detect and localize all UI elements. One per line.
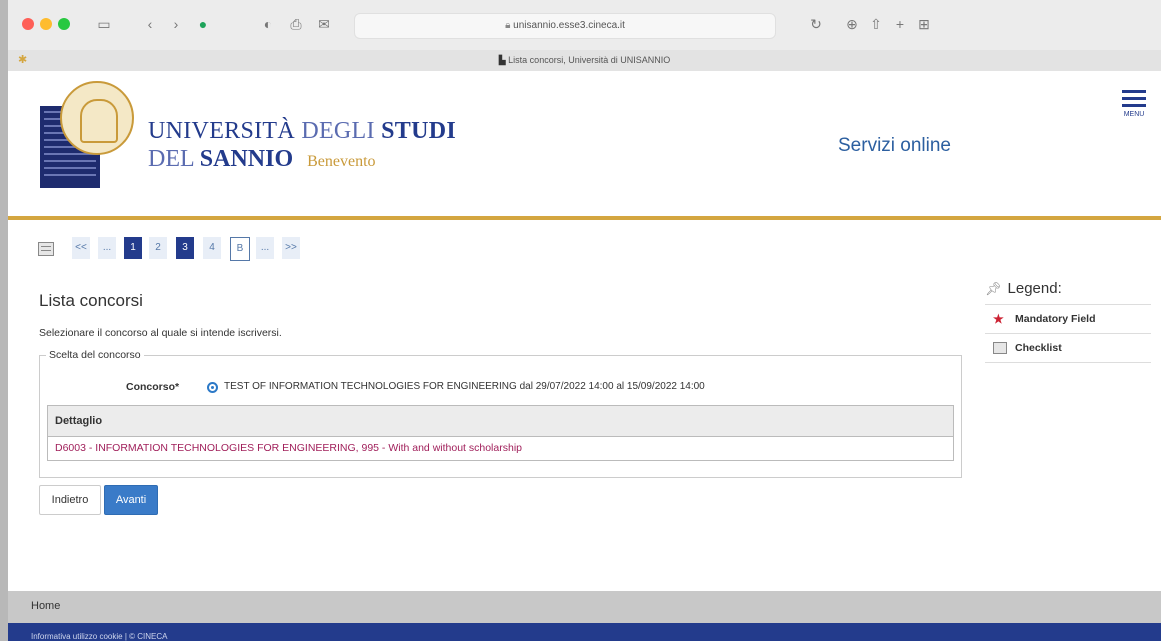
share-icon[interactable]: ⇧ bbox=[868, 13, 884, 35]
uni-word: SANNIO bbox=[199, 146, 294, 172]
tab-overview-icon[interactable]: ⊞ bbox=[916, 13, 932, 35]
favicon-icon: ▙ bbox=[498, 55, 509, 65]
legend-mandatory: ★ Mandatory Field bbox=[985, 305, 1151, 334]
url-text: unisannio.esse3.cineca.it bbox=[513, 20, 625, 31]
menu-label: MENU bbox=[1123, 111, 1145, 118]
new-tab-icon[interactable]: + bbox=[892, 13, 908, 35]
tab-bar: ✱ ▙ Lista concorsi, Università di UNISAN… bbox=[8, 50, 1161, 72]
lock-icon: 🔒︎ bbox=[505, 20, 514, 31]
pager-last[interactable]: >> bbox=[282, 237, 300, 259]
browser-window: ▭ ‹ › ● ◐ ⎙ ✉ 🔒︎ unisannio.esse3.cineca.… bbox=[8, 0, 1161, 641]
browser-toolbar: ▭ ‹ › ● ◐ ⎙ ✉ 🔒︎ unisannio.esse3.cineca.… bbox=[8, 0, 1161, 50]
uni-word: UNIVERSITÀ bbox=[148, 118, 295, 144]
fieldset-legend: Scelta del concorso bbox=[46, 349, 144, 361]
pager-step-current[interactable]: B bbox=[230, 237, 250, 261]
minimize-window-button[interactable] bbox=[40, 18, 52, 30]
detail-table: Dettaglio D6003 - INFORMATION TECHNOLOGI… bbox=[47, 405, 954, 461]
header-divider bbox=[8, 216, 1161, 220]
legend-checklist: Checklist bbox=[985, 334, 1151, 363]
concorso-label: Concorso* bbox=[126, 381, 180, 393]
detail-header: Dettaglio bbox=[48, 406, 953, 437]
close-window-button[interactable] bbox=[22, 18, 34, 30]
list-icon[interactable] bbox=[38, 242, 54, 256]
menu-button[interactable]: MENU bbox=[1122, 90, 1146, 118]
legend-title: Legend: bbox=[1007, 280, 1062, 297]
active-tab[interactable]: ▙ Lista concorsi, Università di UNISANNI… bbox=[8, 50, 1161, 70]
download-icon[interactable]: ⊕ bbox=[844, 13, 860, 35]
shield-icon[interactable]: ◐ bbox=[260, 13, 276, 35]
uni-word: STUDI bbox=[381, 118, 456, 144]
university-seal-icon bbox=[60, 81, 134, 155]
page-title: Lista concorsi bbox=[39, 291, 143, 310]
address-bar[interactable]: 🔒︎ unisannio.esse3.cineca.it bbox=[354, 13, 776, 39]
university-name-line2: DEL SANNIO Benevento bbox=[148, 146, 376, 173]
zoom-window-button[interactable] bbox=[58, 18, 70, 30]
pager-ellipsis[interactable]: ... bbox=[256, 237, 274, 259]
home-link[interactable]: Home bbox=[31, 600, 60, 612]
detail-link[interactable]: D6003 - INFORMATION TECHNOLOGIES FOR ENG… bbox=[48, 437, 953, 459]
forward-arrow-icon[interactable]: › bbox=[168, 13, 184, 35]
pager-ellipsis[interactable]: ... bbox=[98, 237, 116, 259]
footer-nav: Home bbox=[8, 591, 1161, 623]
pager-step-4[interactable]: 4 bbox=[203, 237, 221, 259]
sidebar-toggle-icon[interactable]: ▭ bbox=[92, 13, 116, 35]
reload-icon[interactable]: ↻ bbox=[808, 13, 824, 35]
uni-word: DEGLI bbox=[301, 118, 375, 144]
services-title: Servizi online bbox=[838, 135, 951, 156]
uni-city: Benevento bbox=[307, 153, 376, 170]
tab-title: Lista concorsi, Università di UNISANNIO bbox=[508, 55, 671, 65]
asterisk-icon: ★ bbox=[993, 312, 1004, 326]
extension-icon[interactable]: ● bbox=[194, 13, 212, 35]
legend-panel: 📌︎ Legend: ★ Mandatory Field Checklist bbox=[985, 278, 1151, 363]
footer-bottom: Informativa utilizzo cookie | © CINECA bbox=[8, 623, 1161, 641]
university-name-line1: UNIVERSITÀ DEGLI STUDI bbox=[148, 118, 456, 145]
legend-title-row: 📌︎ Legend: bbox=[985, 278, 1151, 305]
mail-icon[interactable]: ✉ bbox=[316, 13, 332, 35]
concorso-radio[interactable] bbox=[207, 382, 218, 393]
cookie-link[interactable]: Informativa utilizzo cookie | © CINECA bbox=[31, 632, 167, 641]
instruction-text: Selezionare il concorso al quale si inte… bbox=[39, 327, 282, 339]
checklist-icon bbox=[993, 342, 1007, 354]
pager-step-3[interactable]: 3 bbox=[176, 237, 194, 259]
legend-mandatory-label: Mandatory Field bbox=[1015, 313, 1096, 325]
pager-first[interactable]: << bbox=[72, 237, 90, 259]
uni-word: DEL bbox=[148, 146, 194, 172]
concorso-option-label[interactable]: TEST OF INFORMATION TECHNOLOGIES FOR ENG… bbox=[224, 381, 705, 392]
print-icon[interactable]: ⎙ bbox=[288, 13, 304, 35]
pager-step-2[interactable]: 2 bbox=[149, 237, 167, 259]
pin-icon: 📌︎ bbox=[985, 281, 1002, 296]
back-arrow-icon[interactable]: ‹ bbox=[142, 13, 158, 35]
back-button[interactable]: Indietro bbox=[39, 485, 101, 515]
next-button[interactable]: Avanti bbox=[104, 485, 158, 515]
concorso-fieldset: Scelta del concorso Concorso* TEST OF IN… bbox=[39, 349, 962, 478]
pager-step-1[interactable]: 1 bbox=[124, 237, 142, 259]
legend-checklist-label: Checklist bbox=[1015, 342, 1062, 354]
